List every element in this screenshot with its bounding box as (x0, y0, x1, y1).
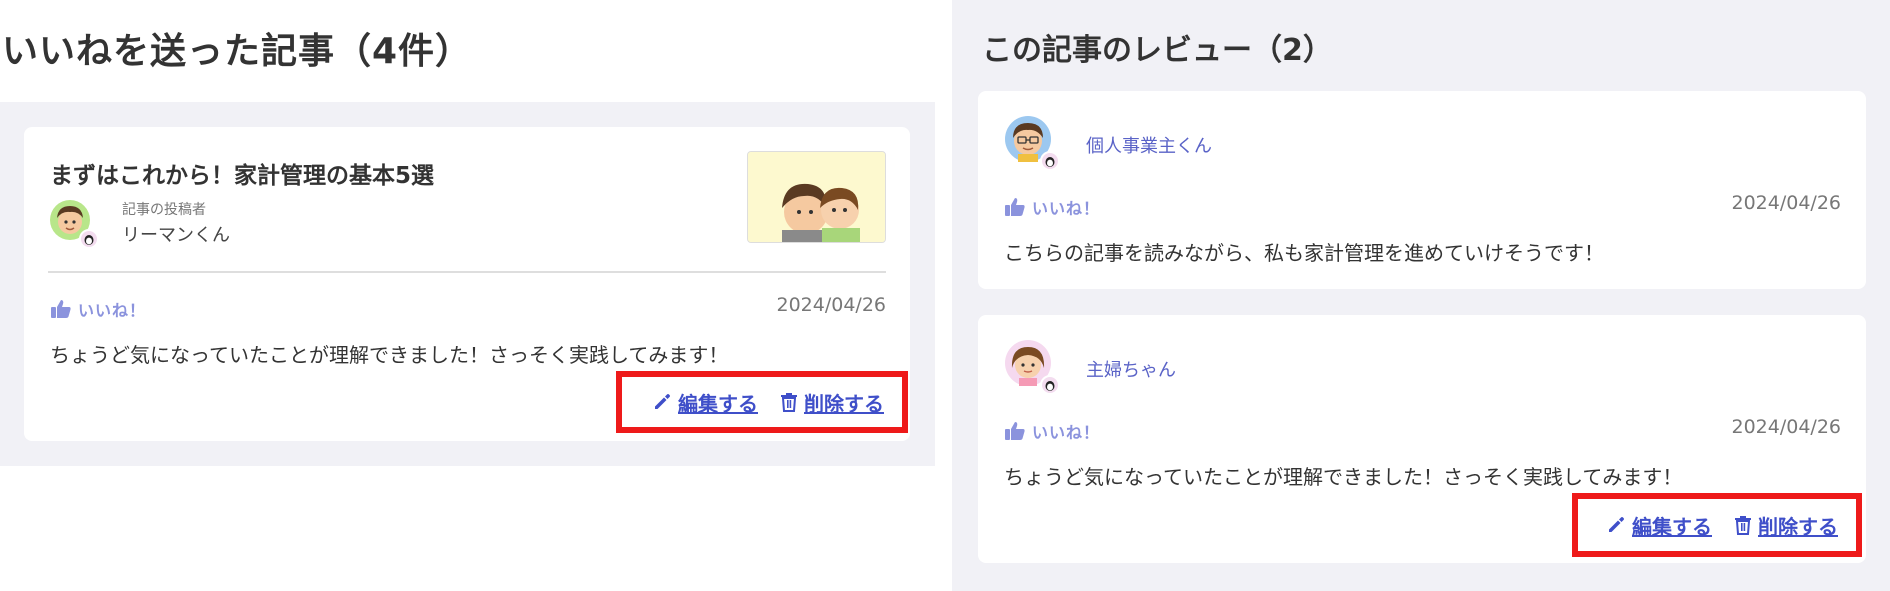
thumbs-up-icon (51, 300, 71, 318)
like-indicator: いいね！ (50, 297, 146, 321)
author-avatar (48, 198, 100, 250)
pencil-icon (1609, 517, 1624, 532)
delete-button[interactable]: 削除する (1734, 511, 1838, 540)
review-comment: ちょうど気になっていたことが理解できました！さっそく実践してみます！ (50, 343, 729, 367)
card-divider (48, 271, 886, 273)
edit-label: 編集する (678, 391, 758, 416)
delete-button[interactable]: 削除する (780, 388, 884, 417)
trash-icon (1735, 516, 1751, 535)
avatar-icon (1005, 340, 1060, 395)
delete-label: 削除する (804, 391, 884, 416)
avatar-icon (1005, 116, 1060, 171)
thumbnail-illustration-icon (748, 152, 885, 242)
like-label: いいね！ (78, 301, 147, 320)
review-comment: ちょうど気になっていたことが理解できました！さっそく実践してみます！ (1004, 465, 1683, 489)
edit-button[interactable]: 編集する (652, 388, 758, 417)
review-date: 2024/04/26 (1731, 416, 1841, 438)
edit-label: 編集する (1632, 514, 1712, 539)
like-label: いいね！ (1032, 423, 1101, 442)
edit-button[interactable]: 編集する (1606, 511, 1712, 540)
reviewer-name[interactable]: 個人事業主くん (1086, 132, 1212, 158)
author-label: 記事の投稿者 (122, 202, 206, 218)
avatar-icon (50, 200, 99, 249)
author-name: リーマンくん (122, 225, 230, 246)
article-reviews-panel: この記事のレビュー（2） 個人事業主くん いいね！ 2024/04/26 こちら… (952, 0, 1890, 591)
reviews-heading: この記事のレビュー（2） (982, 33, 1333, 68)
reviewer-name[interactable]: 主婦ちゃん (1086, 356, 1176, 382)
like-label: いいね！ (1032, 199, 1101, 218)
review-date: 2024/04/26 (1731, 192, 1841, 214)
review-comment: こちらの記事を読みながら、私も家計管理を進めていけそうです！ (1004, 241, 1604, 265)
review-date: 2024/04/26 (776, 294, 886, 316)
delete-label: 削除する (1758, 514, 1838, 539)
thumbs-up-icon (1005, 422, 1025, 440)
review-actions-highlight: 編集する 削除する (616, 371, 908, 433)
like-indicator: いいね！ (1004, 195, 1100, 219)
article-title[interactable]: まずはこれから！家計管理の基本5選 (50, 156, 434, 190)
like-indicator: いいね！ (1004, 419, 1100, 443)
review-card: 個人事業主くん いいね！ 2024/04/26 こちらの記事を読みながら、私も家… (978, 91, 1866, 289)
pencil-icon (655, 394, 670, 409)
reviewer-avatar[interactable] (1003, 338, 1061, 396)
liked-articles-panel: いいねを送った記事（4件） まずはこれから！家計管理の基本5選 記事の投稿者 リ… (0, 0, 935, 591)
trash-icon (781, 393, 797, 412)
thumbs-up-icon (1005, 198, 1025, 216)
review-card: 主婦ちゃん いいね！ 2024/04/26 ちょうど気になっていたことが理解でき… (978, 315, 1866, 563)
liked-article-card[interactable]: まずはこれから！家計管理の基本5選 記事の投稿者 リーマンくん いいね！ 202… (24, 127, 910, 441)
liked-articles-heading: いいねを送った記事（4件） (2, 31, 473, 72)
review-actions-highlight: 編集する 削除する (1572, 493, 1862, 557)
reviewer-avatar[interactable] (1003, 114, 1061, 172)
article-thumbnail[interactable] (747, 151, 886, 243)
